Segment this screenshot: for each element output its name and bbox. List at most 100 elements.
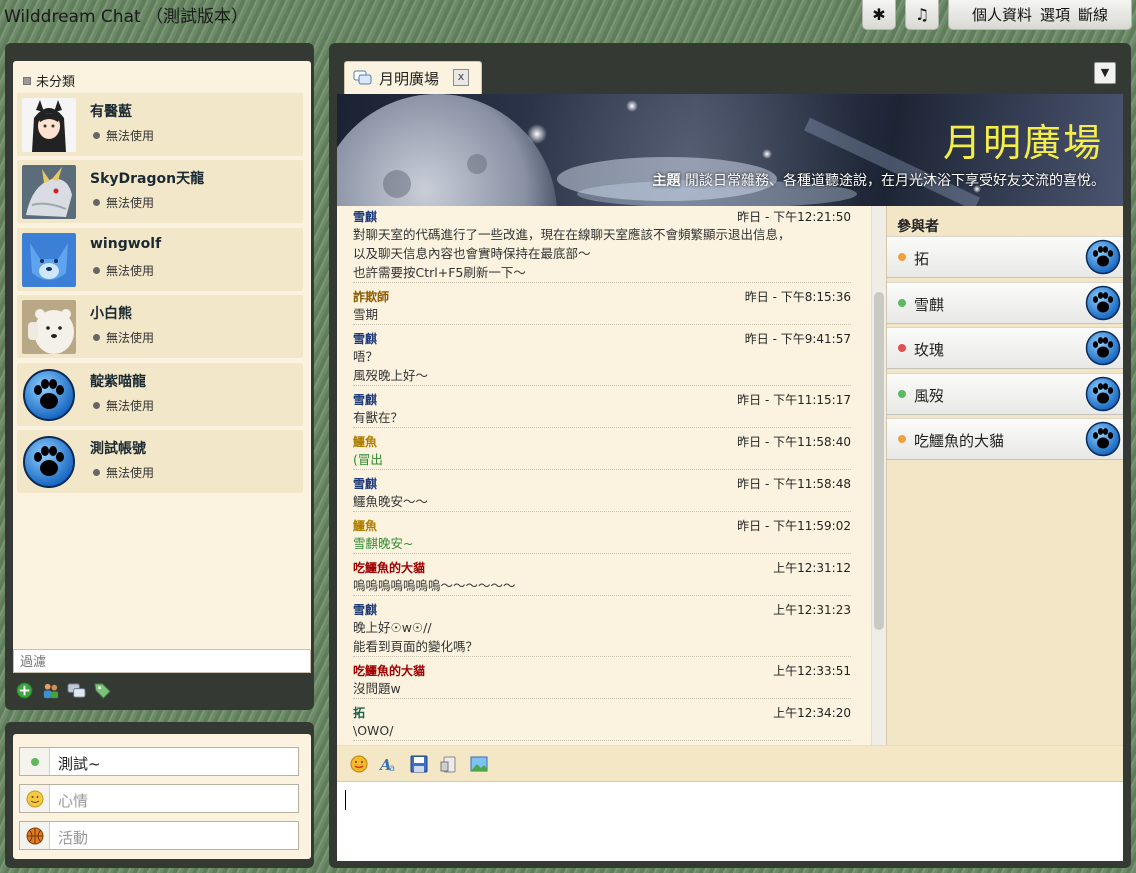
contact-status-label: 無法使用 (106, 264, 155, 278)
paw-avatar (1085, 330, 1121, 366)
participant-name: 風歿 (914, 386, 945, 405)
paw-avatar (22, 368, 76, 422)
polar-bear-avatar (22, 300, 76, 354)
contact-status: 無法使用 (93, 464, 154, 481)
mood-field[interactable]: 心情 (19, 784, 299, 813)
music-button[interactable]: ♫ (905, 0, 939, 30)
contact-item[interactable]: wingwolf 無法使用 (17, 228, 303, 291)
image-icon[interactable] (469, 754, 489, 774)
contact-name: 小白熊 (90, 306, 132, 322)
music-note-icon: ♫ (914, 5, 930, 24)
message-text: 風歿晚上好～ (353, 368, 429, 383)
message-text: 沒問題w (353, 681, 401, 696)
options-menu-item[interactable]: 選項 (1040, 4, 1070, 25)
contact-status: 無法使用 (93, 262, 154, 279)
collapse-icon (23, 76, 31, 85)
tab-room[interactable]: 月明廣場 x (344, 61, 482, 94)
asterisk-button[interactable]: ✱ (862, 0, 896, 30)
message-timestamp: 上午12:34:20 (773, 706, 851, 720)
contact-name: 有醫藍 (90, 104, 132, 120)
blue-wolf-avatar (22, 233, 76, 287)
presence-dot-icon (898, 253, 906, 261)
chat-rooms-icon[interactable] (67, 681, 86, 700)
activity-placeholder: 活動 (58, 829, 89, 847)
message-text: 對聊天室的代碼進行了一些改進，現在在線聊天室應該不會頻繁顯示退出信息， (353, 227, 791, 242)
contact-name: 靛紫喵龍 (90, 374, 146, 390)
anime-girl-avatar (22, 98, 76, 152)
chat-message: 吃鱷魚的大貓 上午12:31:12 嗚嗚嗚嗚嗚嗚嗚～～～～～～ (353, 559, 851, 596)
paw-avatar (1085, 239, 1121, 275)
font-style-icon[interactable]: Aa (379, 754, 399, 774)
contact-status: 無法使用 (93, 194, 154, 211)
contact-item[interactable]: 有醫藍 無法使用 (17, 93, 303, 156)
message-timestamp: 昨日 - 下午8:15:36 (744, 290, 851, 304)
offline-dot-icon (93, 402, 100, 409)
presence-dot-icon (898, 298, 906, 307)
profile-menu-item[interactable]: 個人資料 (972, 4, 1032, 25)
status-field[interactable]: 測試~ (19, 747, 299, 776)
participant-item[interactable]: 拓 (887, 236, 1123, 278)
offline-dot-icon (93, 132, 100, 139)
message-timestamp: 上午12:31:23 (773, 603, 851, 617)
participant-item[interactable]: 雪麒 (887, 281, 1123, 324)
chat-message: 拓上午12:34:20 \OWO/ (353, 704, 851, 741)
mood-placeholder: 心情 (58, 792, 89, 810)
scrollbar-thumb[interactable] (874, 292, 884, 630)
message-input[interactable] (337, 781, 1123, 861)
add-contact-icon[interactable] (15, 681, 34, 700)
mood-smiley-icon[interactable] (20, 785, 50, 812)
basketball-icon[interactable] (20, 822, 50, 849)
app-title: Wilddream Chat （測試版本） (4, 7, 249, 27)
chat-message: 雪麒 昨日 - 下午11:58:48 鱷魚晚安～～ (353, 475, 851, 512)
paw-avatar (1085, 376, 1121, 411)
banner-topic: 主題 閒談日常雜務、各種道聽途說，在月光沐浴下享受好友交流的喜悅。 (653, 170, 1105, 190)
message-timestamp: 昨日 - 下午11:15:17 (737, 393, 851, 407)
contact-item[interactable]: SkyDragon天龍 無法使用 (17, 160, 303, 223)
filter-input[interactable] (13, 649, 311, 673)
tag-icon[interactable] (93, 681, 112, 700)
chat-message: 雪麒 昨日 - 下午11:15:17 有獸在？ (353, 391, 851, 428)
activity-field[interactable]: 活動 (19, 821, 299, 850)
chat-message: 詐欺師 昨日 - 下午8:15:36 雪期 (353, 288, 851, 325)
participant-item[interactable]: 風歿 (887, 372, 1123, 415)
topic-label: 主題 (652, 173, 681, 189)
emoticon-icon[interactable] (349, 754, 369, 774)
banner-title: 月明廣場 (942, 121, 1103, 165)
message-list[interactable]: 雪麒 昨日 - 下午12:21:50 對聊天室的代碼進行了一些改進，現在在線聊天室應… (337, 206, 871, 745)
message-timestamp: 昨日 - 下午11:58:48 (737, 477, 851, 491)
offline-dot-icon (93, 334, 100, 341)
paw-avatar (22, 435, 76, 489)
close-tab-button[interactable]: x (453, 69, 469, 86)
participant-item[interactable]: 吃鱷魚的大貓 (887, 418, 1123, 460)
save-icon[interactable] (409, 754, 429, 774)
room-banner: 月明廣場 主題 閒談日常雜務、各種道聽途說，在月光沐浴下享受好友交流的喜悅。 (337, 94, 1123, 206)
clear-icon[interactable] (439, 754, 459, 774)
contact-item[interactable]: 靛紫喵龍 無法使用 (17, 363, 303, 426)
online-status-icon[interactable] (20, 748, 50, 775)
chat-panel: 月明廣場 x ▼ 月明廣場 主題 閒談日常雜務、各種道聽途說，在月光沐浴下享受好… (329, 43, 1131, 868)
compose-toolbar: Aa (337, 745, 1123, 781)
contact-item[interactable]: 小白熊 無法使用 (17, 295, 303, 358)
chat-message: 鱷魚 昨日 - 下午11:58:40 (冒出 (353, 433, 851, 470)
presence-dot-icon (898, 389, 906, 398)
contact-item[interactable]: 測試帳號 無法使用 (17, 430, 303, 493)
contact-name: SkyDragon天龍 (90, 171, 205, 187)
message-scrollbar[interactable] (871, 206, 886, 745)
participant-item[interactable]: 玫瑰 (887, 327, 1123, 369)
contacts-panel: 未分類 有醫藍 無法使用 SkyDragon天龍 無法使用 wingwolf 無… (5, 43, 314, 710)
disconnect-menu-item[interactable]: 斷線 (1078, 4, 1108, 25)
category-header[interactable]: 未分類 (23, 71, 75, 90)
offline-dot-icon (93, 469, 100, 476)
users-icon[interactable] (41, 681, 60, 700)
contact-status-label: 無法使用 (106, 466, 155, 480)
contact-name: wingwolf (90, 236, 162, 252)
participant-name: 雪麒 (914, 295, 945, 314)
message-timestamp: 昨日 - 下午12:21:50 (737, 210, 851, 224)
paw-avatar (1085, 285, 1121, 320)
chat-message: 鱷魚 昨日 - 下午11:59:02 雪麒晚安~ (353, 517, 851, 554)
room-dropdown-button[interactable]: ▼ (1094, 62, 1116, 84)
message-text: 也許需要按Ctrl+F5刷新一下～ (353, 265, 526, 280)
asterisk-icon: ✱ (872, 5, 886, 24)
paw-avatar (1085, 421, 1121, 457)
contact-status-label: 無法使用 (106, 399, 155, 413)
